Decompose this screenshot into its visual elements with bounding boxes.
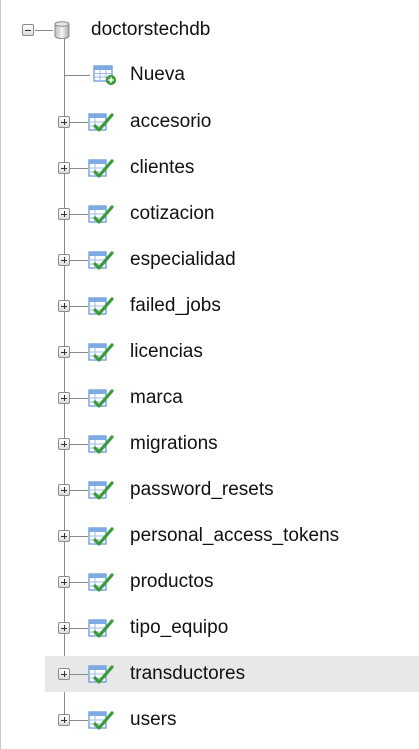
expand-icon[interactable] <box>58 622 70 634</box>
expand-icon[interactable] <box>58 300 70 312</box>
expand-icon[interactable] <box>58 254 70 266</box>
table-name-label[interactable]: transductores <box>130 662 245 686</box>
table-icon <box>88 203 114 230</box>
expand-icon[interactable] <box>58 438 70 450</box>
tree-root-database[interactable]: doctorstechdb <box>0 12 419 48</box>
table-icon <box>88 111 114 138</box>
tree-item-table[interactable]: users <box>0 702 419 738</box>
tree-connector <box>70 490 88 491</box>
table-name-label[interactable]: tipo_equipo <box>130 616 228 640</box>
expand-icon[interactable] <box>58 208 70 220</box>
tree-connector <box>70 214 88 215</box>
table-name-label[interactable]: especialidad <box>130 248 236 272</box>
table-icon <box>88 249 114 276</box>
table-name-label[interactable]: personal_access_tokens <box>130 524 339 548</box>
table-icon <box>88 663 114 690</box>
tree-item-table[interactable]: failed_jobs <box>0 288 419 324</box>
tree-item-table[interactable]: transductores <box>45 656 419 692</box>
tree-connector <box>35 30 53 31</box>
table-icon <box>88 571 114 598</box>
table-name-label[interactable]: productos <box>130 570 213 594</box>
navigation-tree: doctorstechdb Nueva accesorio clientes c… <box>0 0 419 749</box>
tree-connector <box>70 260 88 261</box>
expand-icon[interactable] <box>58 162 70 174</box>
expand-icon[interactable] <box>58 484 70 496</box>
table-name-label[interactable]: clientes <box>130 156 194 180</box>
database-name[interactable]: doctorstechdb <box>91 18 210 42</box>
table-icon <box>88 617 114 644</box>
table-icon <box>88 341 114 368</box>
tree-item-table[interactable]: migrations <box>0 426 419 462</box>
tree-connector <box>70 444 88 445</box>
tree-item-table[interactable]: personal_access_tokens <box>0 518 419 554</box>
tree-connector <box>70 122 88 123</box>
tree-connector <box>70 306 88 307</box>
expand-icon[interactable] <box>58 346 70 358</box>
table-name-label[interactable]: password_resets <box>130 478 274 502</box>
table-name-label[interactable]: migrations <box>130 432 218 456</box>
tree-connector <box>70 168 88 169</box>
table-icon <box>88 709 114 736</box>
table-name-label[interactable]: cotizacion <box>130 202 215 226</box>
table-icon <box>88 525 114 552</box>
tree-connector <box>70 536 88 537</box>
tree-item-table[interactable]: accesorio <box>0 104 419 140</box>
tree-connector <box>64 75 90 76</box>
table-icon <box>88 157 114 184</box>
tree-connector <box>70 628 88 629</box>
collapse-icon[interactable] <box>22 24 34 36</box>
tree-item-table[interactable]: clientes <box>0 150 419 186</box>
expand-icon[interactable] <box>58 714 70 726</box>
tree-connector <box>70 674 88 675</box>
table-icon <box>88 433 114 460</box>
table-name-label[interactable]: users <box>130 708 176 732</box>
table-name-label[interactable]: failed_jobs <box>130 294 221 318</box>
tree-item-table[interactable]: password_resets <box>0 472 419 508</box>
table-icon <box>88 479 114 506</box>
tree-item-table[interactable]: licencias <box>0 334 419 370</box>
tree-item-table[interactable]: tipo_equipo <box>0 610 419 646</box>
expand-icon[interactable] <box>58 392 70 404</box>
tree-connector <box>70 398 88 399</box>
table-name-label[interactable]: marca <box>130 386 183 410</box>
expand-icon[interactable] <box>58 116 70 128</box>
expand-icon[interactable] <box>58 530 70 542</box>
tree-item-table[interactable]: cotizacion <box>0 196 419 232</box>
expand-icon[interactable] <box>58 668 70 680</box>
tree-item-new-table[interactable]: Nueva <box>0 58 419 94</box>
tree-connector <box>70 352 88 353</box>
tree-connector <box>70 582 88 583</box>
table-name-label[interactable]: accesorio <box>130 110 211 134</box>
tree-connector <box>70 720 88 721</box>
new-table-label[interactable]: Nueva <box>130 63 185 87</box>
database-icon <box>54 21 70 44</box>
table-icon <box>88 295 114 322</box>
new-table-icon <box>93 64 117 91</box>
tree-item-table[interactable]: productos <box>0 564 419 600</box>
expand-icon[interactable] <box>58 576 70 588</box>
tree-item-table[interactable]: especialidad <box>0 242 419 278</box>
table-name-label[interactable]: licencias <box>130 340 203 364</box>
table-icon <box>88 387 114 414</box>
tree-item-table[interactable]: marca <box>0 380 419 416</box>
